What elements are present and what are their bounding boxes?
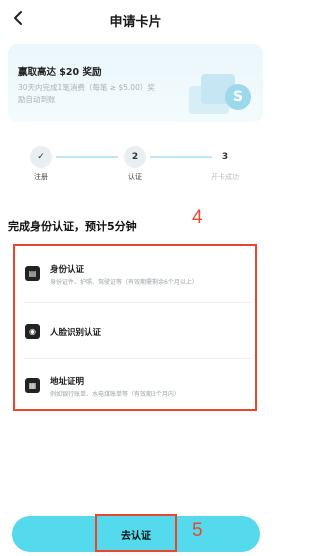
item-title: 人脸识别认证 — [50, 328, 102, 338]
page-title: 申请卡片 — [109, 15, 162, 30]
section-title: 完成身份认证，预计5分钟 — [8, 220, 137, 233]
step-1-label: 注册 — [34, 173, 48, 181]
verify-item-identity[interactable]: ▤ 身份认证 身份证件、护照、驾驶证等（有效期需剩余6个月以上） — [23, 254, 249, 298]
item-description: 例如银行账单、水电煤账单等（有效期3个月内） — [50, 391, 180, 398]
item-title: 地址证明 — [50, 377, 85, 387]
verify-item-face[interactable]: ◉ 人脸识别认证 — [23, 312, 249, 356]
step-3-label: 开卡成功 — [211, 173, 239, 181]
reward-illustration: S — [189, 74, 251, 118]
step-connector — [56, 156, 118, 158]
coin-icon: S — [225, 84, 251, 110]
step-3-marker: 3 — [221, 152, 229, 162]
item-description: 身份证件、护照、驾驶证等（有效期需剩余6个月以上） — [50, 279, 198, 286]
cta-label: 去认证 — [121, 531, 151, 542]
verify-item-address[interactable]: ▦ 地址证明 例如银行账单、水电煤账单等（有效期3个月内） — [23, 366, 249, 410]
step-1-check-icon: ✓ — [30, 146, 52, 168]
item-title: 身份认证 — [50, 265, 85, 275]
step-2-marker: 2 — [124, 146, 146, 168]
step-connector — [150, 156, 212, 158]
camera-icon: ◉ — [25, 324, 40, 339]
annotation-number: 4 — [192, 207, 203, 228]
step-2-label: 认证 — [128, 173, 142, 181]
annotation-number: 5 — [192, 520, 203, 541]
reward-title: 赢取高达 $20 奖励 — [18, 67, 102, 78]
divider — [23, 302, 251, 303]
id-card-icon: ▤ — [25, 266, 40, 281]
verification-list: ▤ 身份认证 身份证件、护照、驾驶证等（有效期需剩余6个月以上） ◉ 人脸识别认… — [13, 244, 257, 411]
header-bar: 申请卡片 — [0, 0, 271, 36]
divider — [23, 358, 251, 359]
progress-steps: ✓ 2 3 注册 认证 开卡成功 — [8, 132, 263, 184]
button-highlight: 去认证 — [95, 514, 177, 552]
reward-subtitle: 30天内完成1笔消费（每笔 ≥ $5.00）奖励自动到账 — [18, 83, 155, 104]
document-icon: ▦ — [25, 378, 40, 393]
reward-banner: 赢取高达 $20 奖励 30天内完成1笔消费（每笔 ≥ $5.00）奖励自动到账… — [8, 44, 263, 122]
